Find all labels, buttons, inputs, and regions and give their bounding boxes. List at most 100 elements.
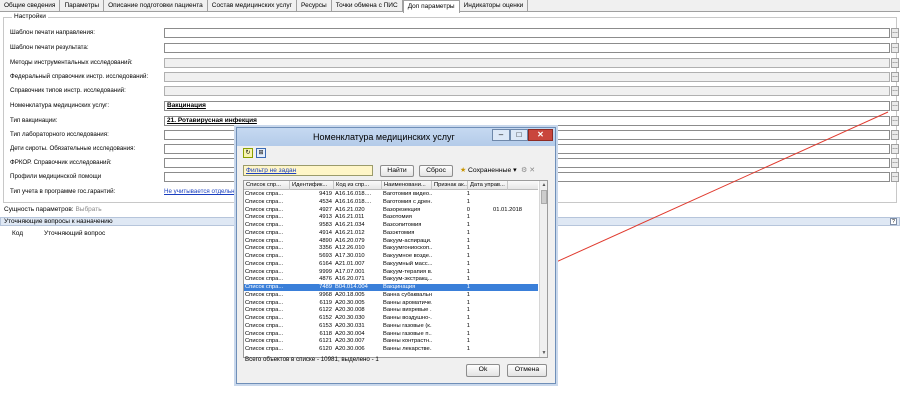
hierarchy-icon[interactable]: ⊞ — [256, 148, 266, 158]
table-row[interactable]: Список спра... 6118 A20.30.004 Ванны газовы… — [244, 331, 538, 338]
scroll-thumb[interactable] — [541, 190, 547, 204]
tab-5[interactable]: Точки обмена с ПИС — [332, 0, 403, 12]
ellipsis-button[interactable]: … — [891, 72, 899, 82]
tab-1[interactable]: Параметры — [60, 0, 105, 12]
reset-button[interactable]: Сброс — [419, 165, 453, 177]
table-row[interactable]: Список спра... 6153 A20.30.031 Ванны газовы… — [244, 323, 538, 330]
table-row[interactable]: Список спра... 3356 A12.26.010 Вакуумгониос… — [244, 245, 538, 252]
tab-4[interactable]: Ресурсы — [297, 0, 332, 12]
table-row[interactable]: Список спра... 9419 A16.16.018.... Ваготоми… — [244, 191, 538, 198]
saved-filters-menu[interactable]: ★ Сохраненные ▾ — [460, 165, 517, 176]
field-input[interactable] — [164, 72, 890, 82]
column-header[interactable]: Дата управ... — [468, 181, 508, 190]
table-row[interactable]: Список спра... 6152 A20.30.030 Ванны воздуш… — [244, 315, 538, 322]
close-icon[interactable]: ✕ — [528, 129, 553, 141]
field-input[interactable] — [164, 86, 890, 96]
essence-select-link[interactable]: Выбрать — [75, 206, 101, 213]
ellipsis-button[interactable]: … — [891, 144, 899, 154]
tab-0[interactable]: Общие сведения — [0, 0, 61, 12]
minimize-icon[interactable]: – — [492, 129, 510, 141]
table-row[interactable]: Список спра... 6119 A20.30.005 Ванны аромат… — [244, 300, 538, 307]
table-cell-id: 4890 — [319, 237, 332, 244]
tab-6[interactable]: Доп параметры — [402, 0, 460, 13]
table-cell-code: A20.30.007 — [335, 338, 365, 345]
ellipsis-button[interactable]: … — [891, 130, 899, 140]
table-cell-list: Список спра... — [245, 222, 284, 228]
ellipsis-button[interactable]: … — [891, 28, 899, 38]
table-row[interactable]: Список спра... 4876 A16.20.071 Вакуум-экстр… — [244, 276, 538, 283]
field-input[interactable] — [164, 43, 890, 53]
table-row[interactable]: Список спра... 6120 A20.30.006 Ванны лекарс… — [244, 346, 538, 353]
table-row[interactable]: Список спра... 4914 A16.21.012 Вазэктомия 1 — [244, 230, 538, 237]
cancel-button[interactable]: Отмена — [507, 364, 547, 377]
table-row[interactable]: Список спра... 6121 A20.30.007 Ванны контра… — [244, 338, 538, 345]
tab-7[interactable]: Индикаторы оценки — [460, 0, 529, 12]
table-row[interactable]: Список спра... 6164 A21.01.007 Вакуумный ма… — [244, 261, 538, 268]
field-input[interactable]: Вакцинация — [164, 101, 890, 111]
ellipsis-button[interactable]: … — [891, 158, 899, 168]
table-cell-code: A20.30.004 — [335, 330, 365, 337]
ok-button[interactable]: Ok — [466, 364, 500, 377]
table-row[interactable]: Список спра... 4913 A16.21.011 Вазотомия 1 — [244, 214, 538, 221]
gov-guarantee-link[interactable]: Не учитывается отдельно — [164, 188, 238, 195]
table-row[interactable]: Список спра... 7489 B04.014.004 Вакцинация 1 — [244, 284, 538, 291]
column-header[interactable]: Признак ак... — [432, 181, 468, 190]
settings-row: Шаблон печати результата:… — [10, 43, 899, 53]
table-cell-list: Список спра... — [245, 198, 284, 205]
tab-3[interactable]: Состав медицинских услуг — [208, 0, 298, 12]
field-input[interactable] — [164, 28, 890, 38]
table-row[interactable]: Список спра... 9583 A16.21.034 Вазоэпитомия… — [244, 222, 538, 229]
table-row[interactable]: Список спра... 4534 A16.16.018.... Ваготоми… — [244, 199, 538, 206]
code-column-header[interactable]: Код — [12, 230, 23, 237]
table-cell-id: 6119 — [319, 299, 332, 306]
maximize-icon[interactable]: □ — [510, 129, 528, 141]
field-input[interactable]: 21. Ротавирусная инфекция — [164, 116, 890, 126]
ellipsis-button[interactable]: … — [891, 86, 899, 96]
ellipsis-button[interactable]: … — [891, 58, 899, 68]
table-row[interactable]: Список спра... 9968 A20.18.005 Ванна субакв… — [244, 292, 538, 299]
column-header[interactable]: Наименовани... — [382, 181, 432, 190]
table-cell-flag: 1 — [466, 322, 470, 329]
question-column-header[interactable]: Уточняющий вопрос — [44, 230, 105, 237]
ellipsis-button[interactable]: … — [891, 116, 899, 126]
column-header[interactable]: Код из спр... — [334, 181, 382, 190]
clear-filter-icon[interactable]: ✕ — [529, 167, 535, 174]
field-input[interactable] — [164, 58, 890, 68]
ellipsis-button[interactable]: … — [891, 101, 899, 111]
table-cell-flag: 1 — [466, 245, 470, 252]
filter-field[interactable]: Фильтр не задан — [243, 165, 373, 176]
table-cell-name: Ванны воздушно-... — [383, 315, 432, 321]
table-cell-name: Ванны лекарстве... — [383, 346, 432, 352]
ellipsis-button[interactable]: … — [891, 172, 899, 182]
table-cell-id: 6121 — [319, 338, 332, 345]
table-cell-id: 6164 — [319, 260, 332, 267]
column-header[interactable]: Идентифик... — [290, 181, 334, 190]
table-row[interactable]: Список спра... 6122 A20.30.008 Ванны вихрев… — [244, 307, 538, 314]
table-row[interactable]: Список спра... 4890 A16.20.079 Вакуум-аспир… — [244, 238, 538, 245]
saved-filters-icon: ★ — [460, 167, 467, 174]
tab-2[interactable]: Описание подготовки пациента — [104, 0, 208, 12]
settings-row: Методы инструментальных исследований:… — [10, 58, 899, 68]
table-cell-name: Ванна субаквальн... — [383, 291, 432, 298]
table-cell-flag: 1 — [466, 284, 470, 290]
table-cell-flag: 1 — [466, 191, 470, 197]
dialog-title-bar[interactable]: Номенклатура медицинских услуг – □ ✕ — [237, 128, 555, 146]
find-button[interactable]: Найти — [380, 165, 414, 177]
settings-group-title: Настройки — [12, 13, 48, 20]
scroll-up-icon[interactable]: ▲ — [540, 181, 547, 189]
table-row[interactable]: Список спра... 5693 A17.30.010 Вакуумное во… — [244, 253, 538, 260]
table-row[interactable]: Список спра... 9999 A17.07.001 Вакуум-терап… — [244, 269, 538, 276]
table-cell-list: Список спра... — [245, 330, 284, 337]
table-cell-list: Список спра... — [245, 268, 284, 275]
table-cell-code: A20.18.005 — [335, 291, 365, 298]
filter-settings-icon[interactable]: ⚙ — [521, 167, 527, 174]
refresh-icon[interactable]: ↻ — [243, 148, 253, 158]
table-scrollbar[interactable]: ▲ ▼ — [539, 181, 547, 357]
table-cell-flag: 1 — [466, 253, 470, 259]
ellipsis-button[interactable]: … — [891, 43, 899, 53]
column-header[interactable]: Список спр... — [244, 181, 290, 190]
table-cell-code: A20.30.031 — [335, 322, 365, 329]
scroll-down-icon[interactable]: ▼ — [540, 349, 547, 357]
help-icon[interactable]: ? — [890, 218, 897, 225]
table-row[interactable]: Список спра... 4927 A16.21.020 Вазорезекция… — [244, 207, 538, 214]
